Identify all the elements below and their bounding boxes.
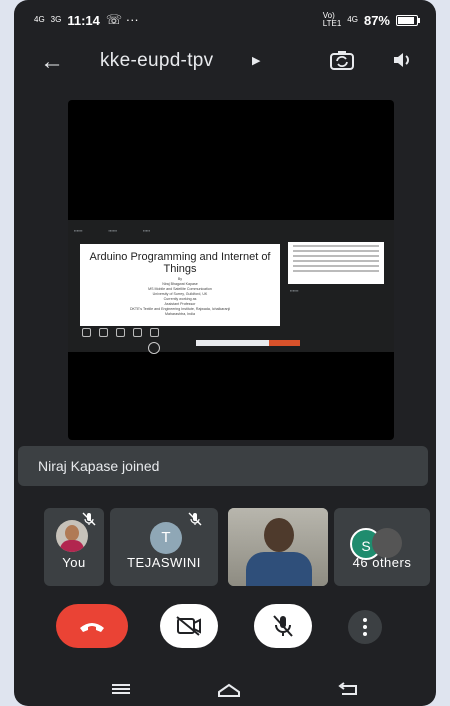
meeting-header: ← kke-eupd-tpv ▶: [14, 44, 436, 80]
battery-icon: [396, 14, 420, 26]
meeting-code[interactable]: kke-eupd-tpv: [100, 50, 213, 72]
join-notification-text: Niraj Kapase joined: [38, 458, 160, 474]
mic-muted-icon: [82, 512, 96, 526]
more-options-button[interactable]: [348, 610, 382, 644]
shared-screen: ▪▪▪▪▪▪ ▪▪▪▪▪▪ ▪▪▪▪▪ Arduino Programming an…: [68, 100, 394, 440]
mic-toggle-button[interactable]: [254, 604, 312, 648]
whatsapp-icon: ☏ ···: [105, 12, 139, 27]
presentation-window: ▪▪▪▪▪▪ ▪▪▪▪▪▪ ▪▪▪▪▪ Arduino Programming an…: [68, 220, 394, 354]
network-label: Vo) LTE1: [322, 11, 342, 28]
presentation-toolbar: ▪▪▪▪▪▪ ▪▪▪▪▪▪ ▪▪▪▪▪: [74, 228, 151, 233]
speaker-icon[interactable]: [392, 50, 414, 70]
slide-thumbnail: [288, 242, 384, 284]
join-notification: Niraj Kapase joined: [18, 446, 428, 486]
presentation-progress: [196, 340, 300, 346]
participant-video-niraj[interactable]: [228, 508, 328, 586]
thumbnail-caption: ▪▪▪▪▪▪: [290, 288, 299, 293]
phone-hangup-icon: [80, 623, 104, 632]
presentation-tools: [82, 328, 159, 337]
call-controls: [14, 604, 436, 648]
phone-screen: 4G 3G 11:14 ☏ ··· Vo) LTE1 4G 87% ← kke-…: [14, 0, 436, 706]
status-bar: 4G 3G 11:14 ☏ ··· Vo) LTE1 4G 87%: [14, 6, 436, 30]
mic-off-icon: [273, 615, 293, 637]
more-vert-icon: [363, 618, 367, 636]
participant-name: 46 others: [352, 555, 412, 570]
slide-title: Arduino Programming and Internet of Thin…: [89, 251, 271, 275]
video-person-head: [264, 518, 294, 552]
slide-line: Maharashtra, India: [165, 312, 195, 316]
network-type: 4G: [347, 15, 358, 24]
back-nav-icon[interactable]: [336, 682, 360, 696]
recent-apps-icon[interactable]: [110, 682, 132, 696]
participant-name: You: [62, 555, 86, 570]
participant-tile-others[interactable]: S 46 others: [334, 508, 430, 586]
camera-off-icon: [176, 616, 201, 636]
signal-indicator-1: 4G: [34, 15, 45, 24]
avatar-secondary: [372, 528, 402, 558]
participant-tile-tejaswini[interactable]: T TEJASWINI: [110, 508, 218, 586]
caret-right-icon[interactable]: ▶: [252, 54, 260, 67]
home-icon[interactable]: [216, 682, 242, 698]
mic-muted-icon: [188, 512, 202, 526]
slide: Arduino Programming and Internet of Thin…: [80, 244, 280, 326]
page-indicator: [148, 342, 160, 354]
switch-camera-icon[interactable]: [330, 50, 354, 70]
clock: 11:14: [67, 12, 100, 28]
video-person: [246, 552, 312, 586]
system-nav-bar: [14, 682, 436, 704]
slide-body: By Niraj Bhagwat Kapase MS Mobile and Sate…: [80, 277, 280, 317]
participant-name: TEJASWINI: [127, 555, 201, 570]
end-call-button[interactable]: [56, 604, 128, 648]
back-arrow-icon[interactable]: ←: [40, 48, 64, 76]
camera-toggle-button[interactable]: [160, 604, 218, 648]
battery-percent: 87%: [363, 12, 390, 28]
participant-strip[interactable]: You T TEJASWINI S 46 others: [44, 508, 432, 586]
participant-tile-you[interactable]: You: [44, 508, 104, 586]
avatar: T: [150, 522, 182, 554]
signal-indicator-2: 3G: [50, 15, 62, 24]
